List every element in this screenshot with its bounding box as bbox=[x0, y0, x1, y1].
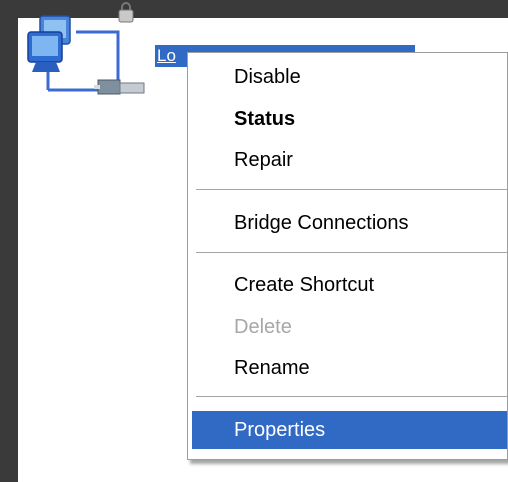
menu-item-bridge-connections[interactable]: Bridge Connections bbox=[192, 204, 507, 242]
desktop-frame: Lo Disable Status Repair Bridge Connecti… bbox=[0, 0, 508, 482]
network-connection-icon[interactable] bbox=[26, 2, 146, 122]
menu-item-properties[interactable]: Properties bbox=[192, 411, 507, 449]
menu-separator bbox=[196, 252, 507, 253]
connection-name-text: Lo bbox=[157, 46, 176, 65]
menu-item-repair[interactable]: Repair bbox=[192, 141, 507, 179]
menu-separator bbox=[196, 189, 507, 190]
menu-item-disable[interactable]: Disable bbox=[192, 58, 507, 96]
menu-item-status[interactable]: Status bbox=[192, 100, 507, 138]
menu-item-rename[interactable]: Rename bbox=[192, 349, 507, 387]
menu-separator bbox=[196, 396, 507, 397]
context-menu: Disable Status Repair Bridge Connections… bbox=[187, 52, 508, 460]
menu-item-delete: Delete bbox=[234, 316, 292, 338]
menu-item-create-shortcut[interactable]: Create Shortcut bbox=[192, 266, 507, 304]
